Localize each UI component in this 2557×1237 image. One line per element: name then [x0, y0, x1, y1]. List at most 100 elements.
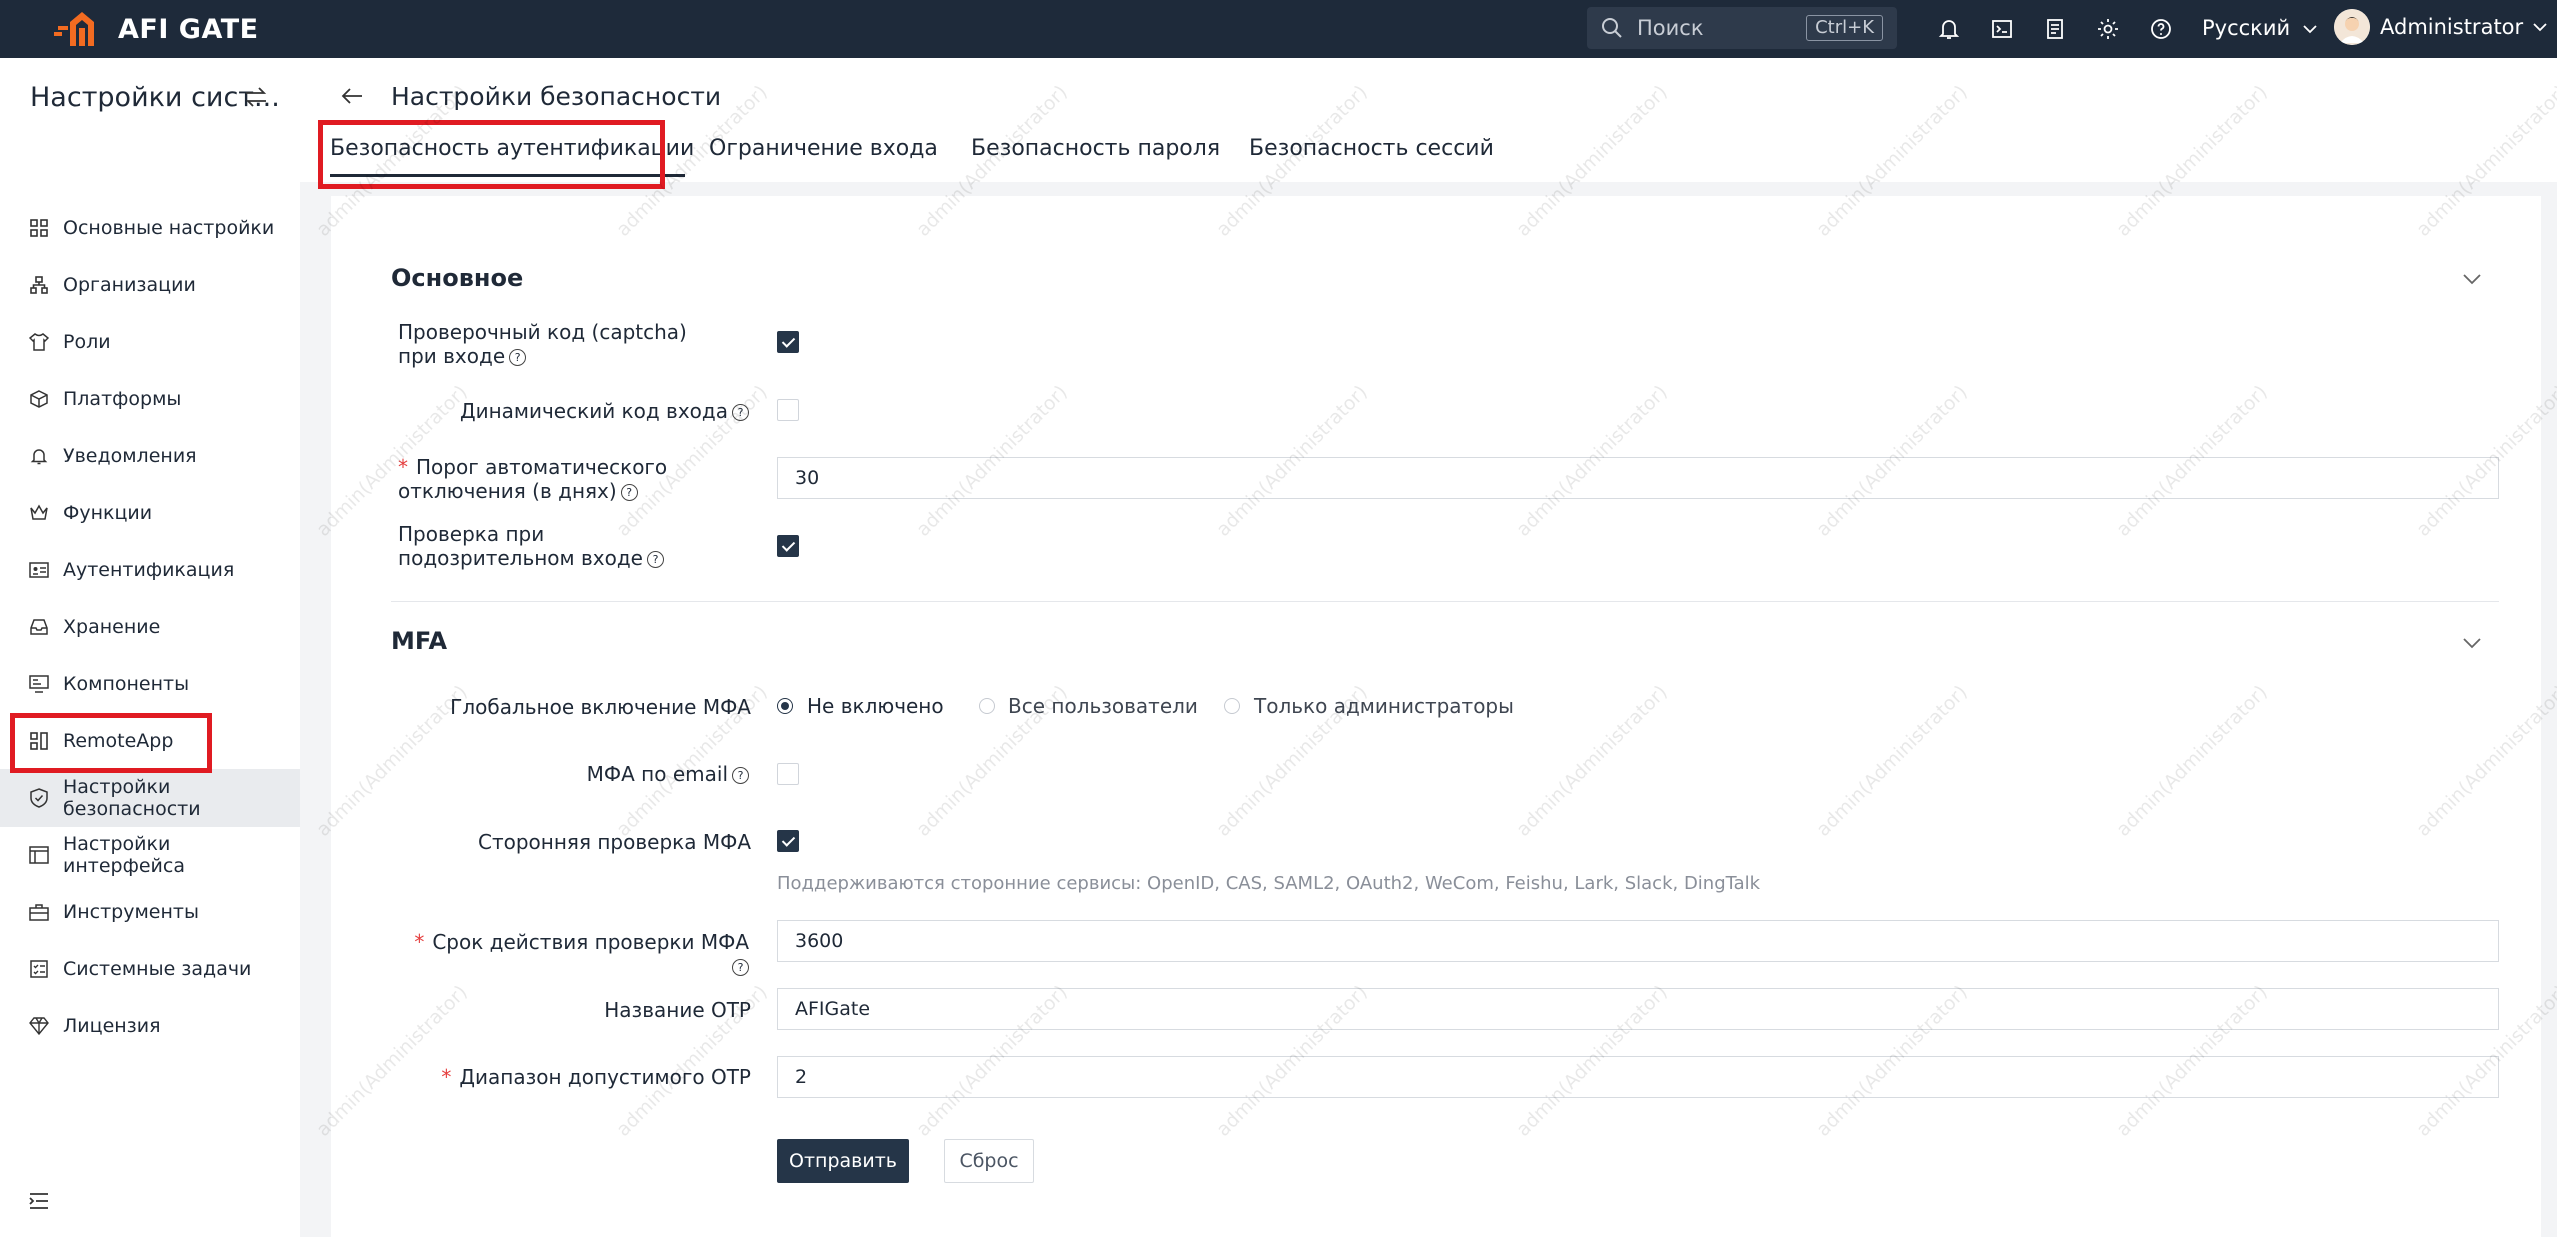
search-box[interactable]: Поиск Ctrl+K [1587, 7, 1897, 49]
tab-login-restriction[interactable]: Ограничение входа [709, 136, 938, 161]
radio-label: Все пользователи [1008, 694, 1198, 718]
notifications-bell-icon[interactable] [1934, 14, 1964, 44]
section-title-mfa: MFA [391, 627, 448, 655]
tickets-icon[interactable] [2040, 14, 2070, 44]
user-menu[interactable]: Administrator [2334, 9, 2547, 45]
help-icon[interactable]: ? [646, 551, 664, 568]
help-icon[interactable]: ? [732, 404, 749, 421]
sidebar-item-authentication[interactable]: Аутентификация [0, 541, 300, 598]
captcha-label: Проверочный код (captcha) при входе? [398, 320, 687, 368]
otp-name-input[interactable]: AFIGate [777, 988, 2499, 1030]
sidebar-item-tools[interactable]: Инструменты [0, 883, 300, 940]
layout-icon [28, 844, 50, 866]
otp-range-input[interactable]: 2 [777, 1056, 2499, 1098]
toolbox-icon [28, 901, 50, 923]
search-shortcut: Ctrl+K [1806, 15, 1883, 41]
cube-icon [28, 388, 50, 410]
dynamic-code-label: Динамический код входа? [398, 399, 749, 423]
sidebar-item-notifications[interactable]: Уведомления [0, 427, 300, 484]
tasks-icon [28, 958, 50, 980]
email-mfa-checkbox[interactable] [777, 763, 799, 785]
help-icon[interactable]: ? [732, 767, 749, 784]
tab-auth-security[interactable]: Безопасность аутентификации [330, 136, 694, 161]
sidebar-item-general[interactable]: Основные настройки [0, 199, 300, 256]
sidebar-item-label: Лицензия [63, 1014, 161, 1037]
sidebar-item-label: Уведомления [63, 444, 197, 467]
page-header: Настройки безопасности Безопасность ауте… [300, 58, 2557, 182]
otp-range-label: * Диапазон допустимого OTP [441, 1065, 751, 1089]
dynamic-code-checkbox[interactable] [777, 399, 799, 421]
auto-disable-input[interactable]: 30 [777, 457, 2499, 499]
email-mfa-label: МФА по email? [398, 762, 749, 786]
captcha-checkbox[interactable] [777, 331, 799, 353]
shield-icon [28, 787, 50, 809]
help-icon[interactable]: ? [509, 349, 527, 366]
switch-view-icon[interactable] [244, 86, 268, 112]
user-name: Administrator [2380, 15, 2524, 39]
app-logo[interactable]: AFI GATE [54, 10, 259, 48]
sidebar-item-remoteapp[interactable]: RemoteApp [0, 712, 300, 769]
required-asterisk: * [441, 1065, 452, 1089]
sidebar-item-roles[interactable]: Роли [0, 313, 300, 370]
radio-label: Только администраторы [1254, 694, 1514, 718]
submit-button[interactable]: Отправить [777, 1139, 909, 1183]
sidebar-item-label: Настройки интерфейса [63, 832, 185, 877]
help-icon[interactable]: ? [620, 484, 638, 501]
section-title-basic: Основное [391, 264, 524, 292]
sidebar-item-label: Системные задачи [63, 957, 252, 980]
bell-icon [28, 445, 50, 467]
radio-mfa-all-users[interactable] [979, 698, 995, 714]
auto-disable-label: * Порог автоматического отключения (в дня… [398, 455, 668, 503]
inbox-icon [28, 616, 50, 638]
sidebar-item-label: Роли [63, 330, 111, 353]
suspicious-login-checkbox[interactable] [777, 535, 799, 557]
help-icon[interactable]: ? [732, 959, 749, 976]
tab-password-security[interactable]: Безопасность пароля [971, 136, 1220, 161]
crown-icon [28, 502, 50, 524]
radio-label: Не включено [807, 694, 944, 718]
diamond-icon [28, 1015, 50, 1037]
sidebar-item-platforms[interactable]: Платформы [0, 370, 300, 427]
third-party-hint: Поддерживаются сторонние сервисы: OpenID… [777, 873, 1761, 894]
sidebar-item-security[interactable]: Настройки безопасности [0, 769, 300, 827]
sidebar-item-label: RemoteApp [63, 729, 174, 752]
help-icon[interactable] [2146, 14, 2176, 44]
sidebar-item-license[interactable]: Лицензия [0, 997, 300, 1054]
settings-gear-icon[interactable] [2093, 14, 2123, 44]
back-arrow-icon[interactable] [340, 86, 364, 110]
tab-session-security[interactable]: Безопасность сессий [1249, 136, 1494, 161]
search-icon [1602, 18, 1622, 38]
sidebar-item-label: Платформы [63, 387, 182, 410]
scrollbar[interactable] [2543, 182, 2557, 1237]
logo-text: AFI GATE [118, 13, 259, 45]
sidebar-item-organizations[interactable]: Организации [0, 256, 300, 313]
radio-mfa-admins-only[interactable] [1224, 698, 1240, 714]
radio-mfa-disabled[interactable] [777, 698, 793, 714]
id-card-icon [28, 559, 50, 581]
terminal-icon[interactable] [1987, 14, 2017, 44]
chevron-down-icon [2533, 23, 2547, 32]
global-mfa-label: Глобальное включение МФА [450, 695, 751, 719]
collapse-menu-icon[interactable] [28, 1191, 50, 1215]
mfa-expiry-input[interactable]: 3600 [777, 920, 2499, 962]
language-selector[interactable]: Русский [2202, 16, 2317, 40]
sidebar-item-label: Организации [63, 273, 196, 296]
sidebar-item-interface[interactable]: Настройки интерфейса [0, 826, 300, 883]
otp-name-label: Название OTP [604, 998, 751, 1022]
top-navigation-bar: AFI GATE Поиск Ctrl+K Русский Administra… [0, 0, 2557, 58]
sidebar-item-system-tasks[interactable]: Системные задачи [0, 940, 300, 997]
collapse-chevron-icon[interactable] [2463, 634, 2481, 653]
sidebar-item-features[interactable]: Функции [0, 484, 300, 541]
collapse-chevron-icon[interactable] [2463, 270, 2481, 289]
section-divider [391, 601, 2499, 602]
third-party-mfa-checkbox[interactable] [777, 830, 799, 852]
sidebar-item-components[interactable]: Компоненты [0, 655, 300, 712]
sidebar: Настройки сист... Основные настройки Орг… [0, 58, 301, 1237]
shirt-icon [28, 331, 50, 353]
org-icon [28, 274, 50, 296]
language-label: Русский [2202, 16, 2291, 40]
mfa-expiry-label: * Срок действия проверки МФА? [414, 930, 749, 976]
sidebar-item-storage[interactable]: Хранение [0, 598, 300, 655]
sidebar-item-label: Настройки безопасности [63, 776, 201, 820]
reset-button[interactable]: Сброс [944, 1139, 1034, 1183]
